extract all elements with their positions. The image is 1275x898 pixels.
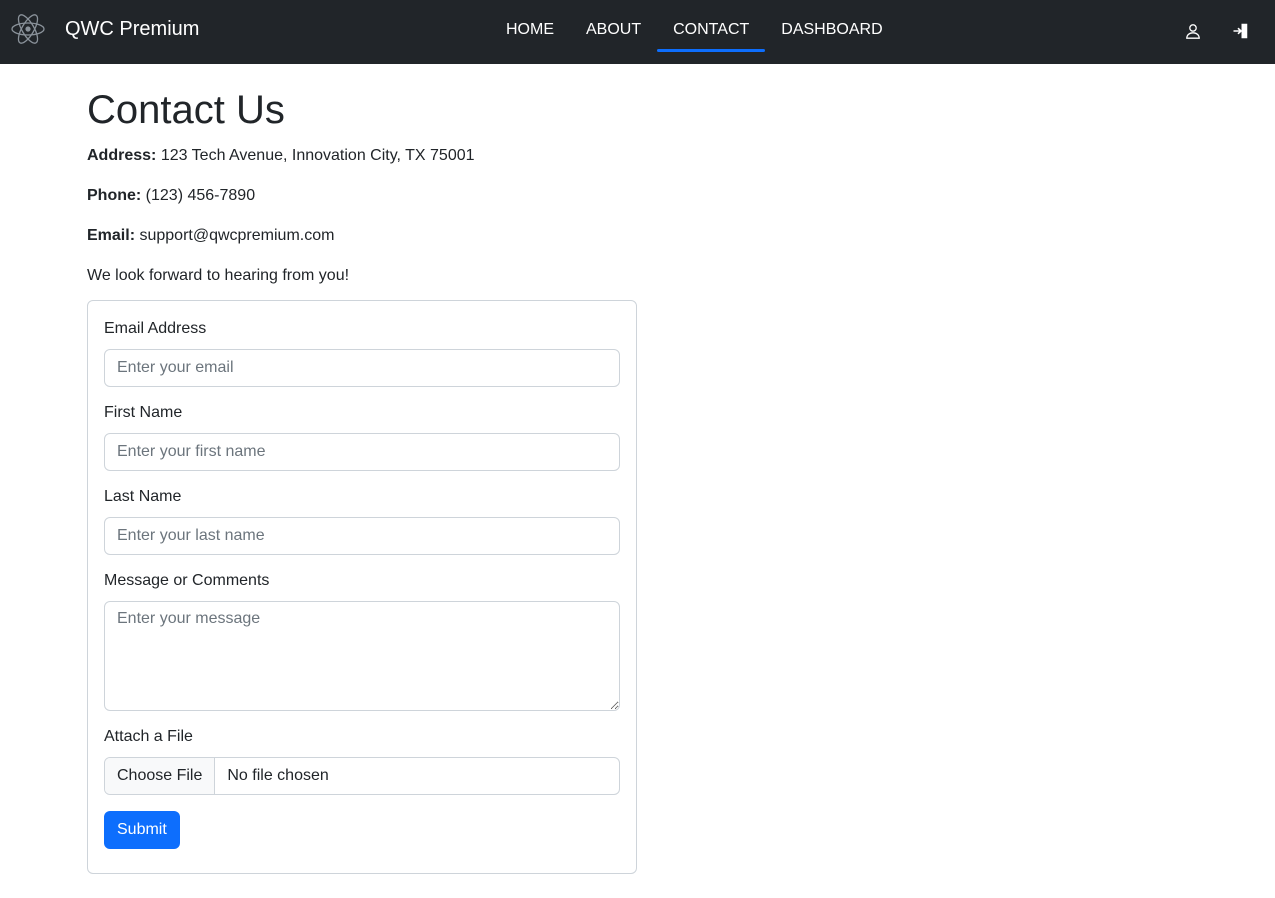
- address-value: 123 Tech Avenue, Innovation City, TX 750…: [160, 147, 475, 164]
- page-title: Contact Us: [87, 88, 285, 132]
- closing-text: We look forward to hearing from you!: [87, 267, 350, 284]
- file-label: Attach a File: [104, 728, 193, 745]
- main-content: Contact Us Address: 123 Tech Avenue, Inn…: [87, 64, 1187, 874]
- top-navbar: QWC Premium HOME ABOUT CONTACT DASHBOARD: [0, 0, 1275, 64]
- logout-icon[interactable]: [1232, 22, 1250, 40]
- submit-button[interactable]: Submit: [104, 811, 180, 849]
- message-field[interactable]: [104, 601, 620, 711]
- first-name-group: First Name: [104, 401, 620, 471]
- brand-name[interactable]: QWC Premium: [65, 18, 199, 41]
- email-line: Email: support@qwcpremium.com: [87, 224, 1187, 248]
- first-name-field[interactable]: [104, 433, 620, 471]
- nav-link-about[interactable]: ABOUT: [570, 0, 657, 64]
- nav-link-contact[interactable]: CONTACT: [657, 0, 766, 64]
- file-group: Attach a File Choose File No file chosen: [104, 725, 620, 795]
- email-label: Email:: [87, 227, 136, 244]
- first-name-label: First Name: [104, 404, 183, 421]
- choose-file-button[interactable]: Choose File: [105, 758, 216, 794]
- file-input[interactable]: Choose File No file chosen: [104, 757, 620, 795]
- address-line: Address: 123 Tech Avenue, Innovation Cit…: [87, 144, 1187, 168]
- user-icon[interactable]: [1184, 22, 1202, 40]
- file-status: No file chosen: [227, 767, 329, 784]
- contact-form: Email Address First Name Last Name Messa…: [87, 300, 637, 874]
- phone-value: (123) 456-7890: [145, 187, 256, 204]
- nav-link-dashboard[interactable]: DASHBOARD: [765, 0, 898, 64]
- email-group: Email Address: [104, 317, 620, 387]
- message-label: Message or Comments: [104, 572, 270, 589]
- last-name-field[interactable]: [104, 517, 620, 555]
- atom-logo-icon[interactable]: [10, 12, 46, 46]
- main-nav: HOME ABOUT CONTACT DASHBOARD: [490, 0, 899, 64]
- phone-line: Phone: (123) 456-7890: [87, 184, 1187, 208]
- last-name-group: Last Name: [104, 485, 620, 555]
- message-group: Message or Comments: [104, 569, 620, 711]
- last-name-label: Last Name: [104, 488, 182, 505]
- nav-link-home[interactable]: HOME: [490, 0, 570, 64]
- email-field-label: Email Address: [104, 320, 207, 337]
- phone-label: Phone:: [87, 187, 142, 204]
- email-value: support@qwcpremium.com: [139, 227, 335, 244]
- address-label: Address:: [87, 147, 157, 164]
- email-field[interactable]: [104, 349, 620, 387]
